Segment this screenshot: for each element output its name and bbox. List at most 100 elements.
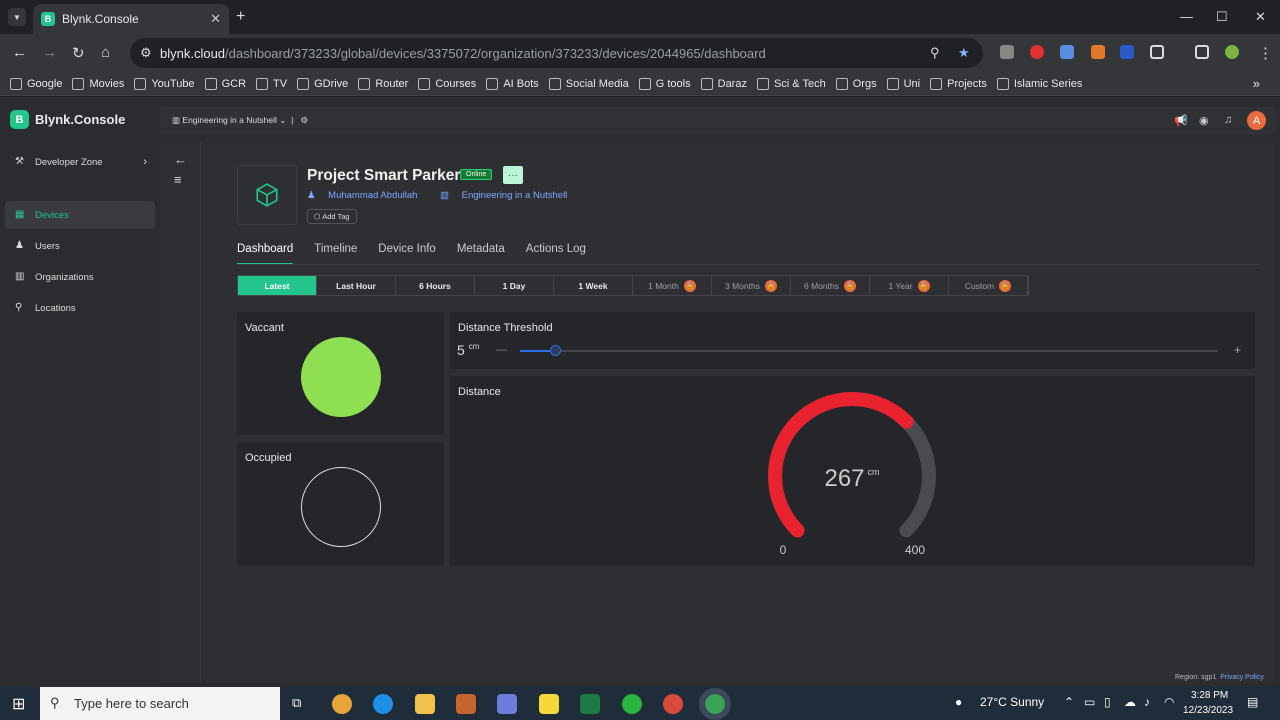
tab-timeline[interactable]: Timeline bbox=[314, 243, 357, 265]
sticky-notes-icon[interactable] bbox=[539, 694, 559, 714]
battery-icon[interactable]: ▯ bbox=[1104, 695, 1111, 709]
wifi-icon[interactable]: ◠ bbox=[1164, 695, 1174, 709]
sidebar-item-organizations[interactable]: ▥ Organizations bbox=[5, 263, 155, 291]
chrome-profile-icon[interactable] bbox=[663, 694, 683, 714]
brand[interactable]: B Blynk.Console bbox=[10, 110, 125, 129]
clock-date[interactable]: 12/23/2023 bbox=[1183, 705, 1233, 716]
maximize-icon[interactable]: ☐ bbox=[1216, 9, 1228, 25]
range-option[interactable]: 1 Year 🔒 bbox=[870, 276, 949, 295]
range-option[interactable]: 1 Week bbox=[554, 276, 633, 295]
chrome-taskbar-icon[interactable] bbox=[332, 694, 352, 714]
close-tab-icon[interactable]: ✕ bbox=[210, 11, 221, 27]
bookmark-item[interactable]: Uni bbox=[886, 77, 920, 90]
slider-handle[interactable] bbox=[549, 345, 561, 356]
more-actions-button[interactable]: ··· bbox=[503, 166, 523, 184]
back-icon[interactable]: ← bbox=[12, 44, 27, 61]
zoom-search-icon[interactable]: ⚲ bbox=[930, 45, 940, 61]
user-avatar[interactable]: A bbox=[1247, 111, 1266, 130]
range-option[interactable]: 6 Months 🔒 bbox=[791, 276, 870, 295]
bookmarks-overflow-icon[interactable]: » bbox=[1253, 76, 1260, 91]
tab-search-button[interactable]: ▼ bbox=[8, 8, 26, 26]
file-explorer-icon[interactable] bbox=[415, 694, 435, 714]
range-option[interactable]: Latest bbox=[238, 276, 317, 295]
address-bar[interactable]: ⚙ blynk.cloud/dashboard/373233/global/de… bbox=[130, 38, 983, 68]
bookmark-item[interactable]: Google bbox=[10, 77, 62, 90]
bookmark-item[interactable]: YouTube bbox=[134, 77, 195, 90]
minimize-icon[interactable]: — bbox=[1180, 9, 1193, 24]
sidebar-item-locations[interactable]: ⚲ Locations bbox=[5, 294, 155, 322]
reload-icon[interactable]: ↻ bbox=[72, 44, 85, 62]
sidebar-item-users[interactable]: ♟ Users bbox=[5, 232, 155, 260]
chrome-active-icon[interactable] bbox=[699, 688, 731, 720]
org-switcher[interactable]: ▥ Engineering in a Nutshell ⌄ | ⚙ bbox=[172, 115, 308, 126]
tab-actions-log[interactable]: Actions Log bbox=[526, 243, 586, 265]
sidebar-item-developer-zone[interactable]: ⚒ Developer Zone › bbox=[5, 148, 155, 176]
excel-icon[interactable] bbox=[580, 694, 600, 714]
task-view-icon[interactable]: ⧉ bbox=[292, 695, 301, 711]
edge-taskbar-icon[interactable] bbox=[373, 694, 393, 714]
range-option[interactable]: 3 Months 🔒 bbox=[712, 276, 791, 295]
add-tag-button[interactable]: ⬡ Add Tag bbox=[307, 209, 357, 224]
windows-start-icon[interactable]: ⊞ bbox=[12, 694, 25, 714]
bookmark-item[interactable]: G tools bbox=[638, 77, 691, 90]
site-info-icon[interactable]: ⚙ bbox=[140, 45, 152, 61]
tab-metadata[interactable]: Metadata bbox=[457, 243, 505, 265]
privacy-policy-link[interactable]: Privacy Policy bbox=[1220, 674, 1264, 681]
clock-time[interactable]: 3:28 PM bbox=[1191, 690, 1228, 701]
hamburger-menu-icon[interactable]: ≡ bbox=[174, 172, 182, 187]
tab-dashboard[interactable]: Dashboard bbox=[237, 243, 294, 265]
whatsapp-icon[interactable] bbox=[622, 694, 642, 714]
bookmark-star-icon[interactable]: ★ bbox=[958, 45, 970, 61]
tab-device-info[interactable]: Device Info bbox=[378, 243, 436, 265]
bookmark-item[interactable]: Router bbox=[358, 77, 408, 90]
settings-icon[interactable]: ⚙ bbox=[300, 115, 308, 125]
bookmark-item[interactable]: Courses bbox=[418, 77, 476, 90]
bookmark-item[interactable]: Daraz bbox=[700, 77, 747, 90]
network-icon[interactable]: ▭ bbox=[1084, 695, 1095, 709]
taskbar-search[interactable]: ⚲ Type here to search bbox=[40, 687, 280, 720]
back-arrow-icon[interactable]: ← bbox=[174, 152, 187, 167]
weather-text[interactable]: 27°C Sunny bbox=[980, 695, 1044, 709]
range-option[interactable]: Custom 🔒 bbox=[949, 276, 1028, 295]
sidebar-item-devices[interactable]: ▦ Devices bbox=[5, 201, 155, 229]
range-option[interactable]: 1 Month 🔒 bbox=[633, 276, 712, 295]
help-icon[interactable]: ◉ bbox=[1199, 114, 1209, 127]
bookmark-item[interactable]: Orgs bbox=[835, 77, 877, 90]
bookmark-item[interactable]: Projects bbox=[930, 77, 987, 90]
organization-link[interactable]: ▥ Engineering in a Nutshell bbox=[440, 190, 577, 201]
bookmark-item[interactable]: Movies bbox=[72, 77, 124, 90]
decrement-button[interactable]: — bbox=[496, 344, 507, 356]
close-window-icon[interactable]: ✕ bbox=[1255, 9, 1266, 25]
bookmark-item[interactable]: AI Bots bbox=[486, 77, 539, 90]
blue-extension-icon[interactable] bbox=[1120, 45, 1134, 59]
cloud-icon[interactable]: ☁ bbox=[1124, 695, 1136, 709]
orange-extension-icon[interactable] bbox=[1091, 45, 1105, 59]
extensions-puzzle-icon[interactable] bbox=[1150, 45, 1164, 59]
range-option[interactable]: Last Hour bbox=[317, 276, 396, 295]
tray-chevron-icon[interactable]: ⌃ bbox=[1064, 695, 1074, 709]
bookmark-item[interactable]: Social Media bbox=[548, 77, 629, 90]
profile-avatar-icon[interactable] bbox=[1225, 45, 1239, 59]
volume-icon[interactable]: ♪ bbox=[1144, 695, 1150, 709]
range-option[interactable]: 1 Day bbox=[475, 276, 554, 295]
bookmark-item[interactable]: TV bbox=[256, 77, 287, 90]
red-extension-icon[interactable] bbox=[1030, 45, 1044, 59]
side-panel-icon[interactable] bbox=[1195, 45, 1209, 59]
notifications-icon[interactable]: ▤ bbox=[1247, 695, 1258, 709]
camera-extension-icon[interactable] bbox=[1000, 45, 1014, 59]
announcement-icon[interactable]: 📢 bbox=[1174, 114, 1188, 127]
owner-link[interactable]: ♟ Muhammad Abdullah bbox=[307, 190, 427, 201]
app-icon[interactable] bbox=[497, 694, 517, 714]
new-tab-button[interactable]: + bbox=[236, 8, 245, 26]
increment-button[interactable]: + bbox=[1234, 343, 1241, 357]
bookmark-item[interactable]: Sci & Tech bbox=[756, 77, 826, 90]
bookmark-item[interactable]: GDrive bbox=[297, 77, 348, 90]
browser-tab[interactable]: B Blynk.Console ✕ bbox=[33, 4, 229, 34]
home-icon[interactable]: ⌂ bbox=[101, 44, 110, 61]
bookmark-item[interactable]: GCR bbox=[204, 77, 246, 90]
notifications-bell-icon[interactable]: ♫ bbox=[1224, 114, 1232, 126]
link-extension-icon[interactable] bbox=[1060, 45, 1074, 59]
slider-track[interactable] bbox=[520, 350, 1218, 352]
range-option[interactable]: 6 Hours bbox=[396, 276, 475, 295]
forward-icon[interactable]: → bbox=[42, 44, 57, 61]
